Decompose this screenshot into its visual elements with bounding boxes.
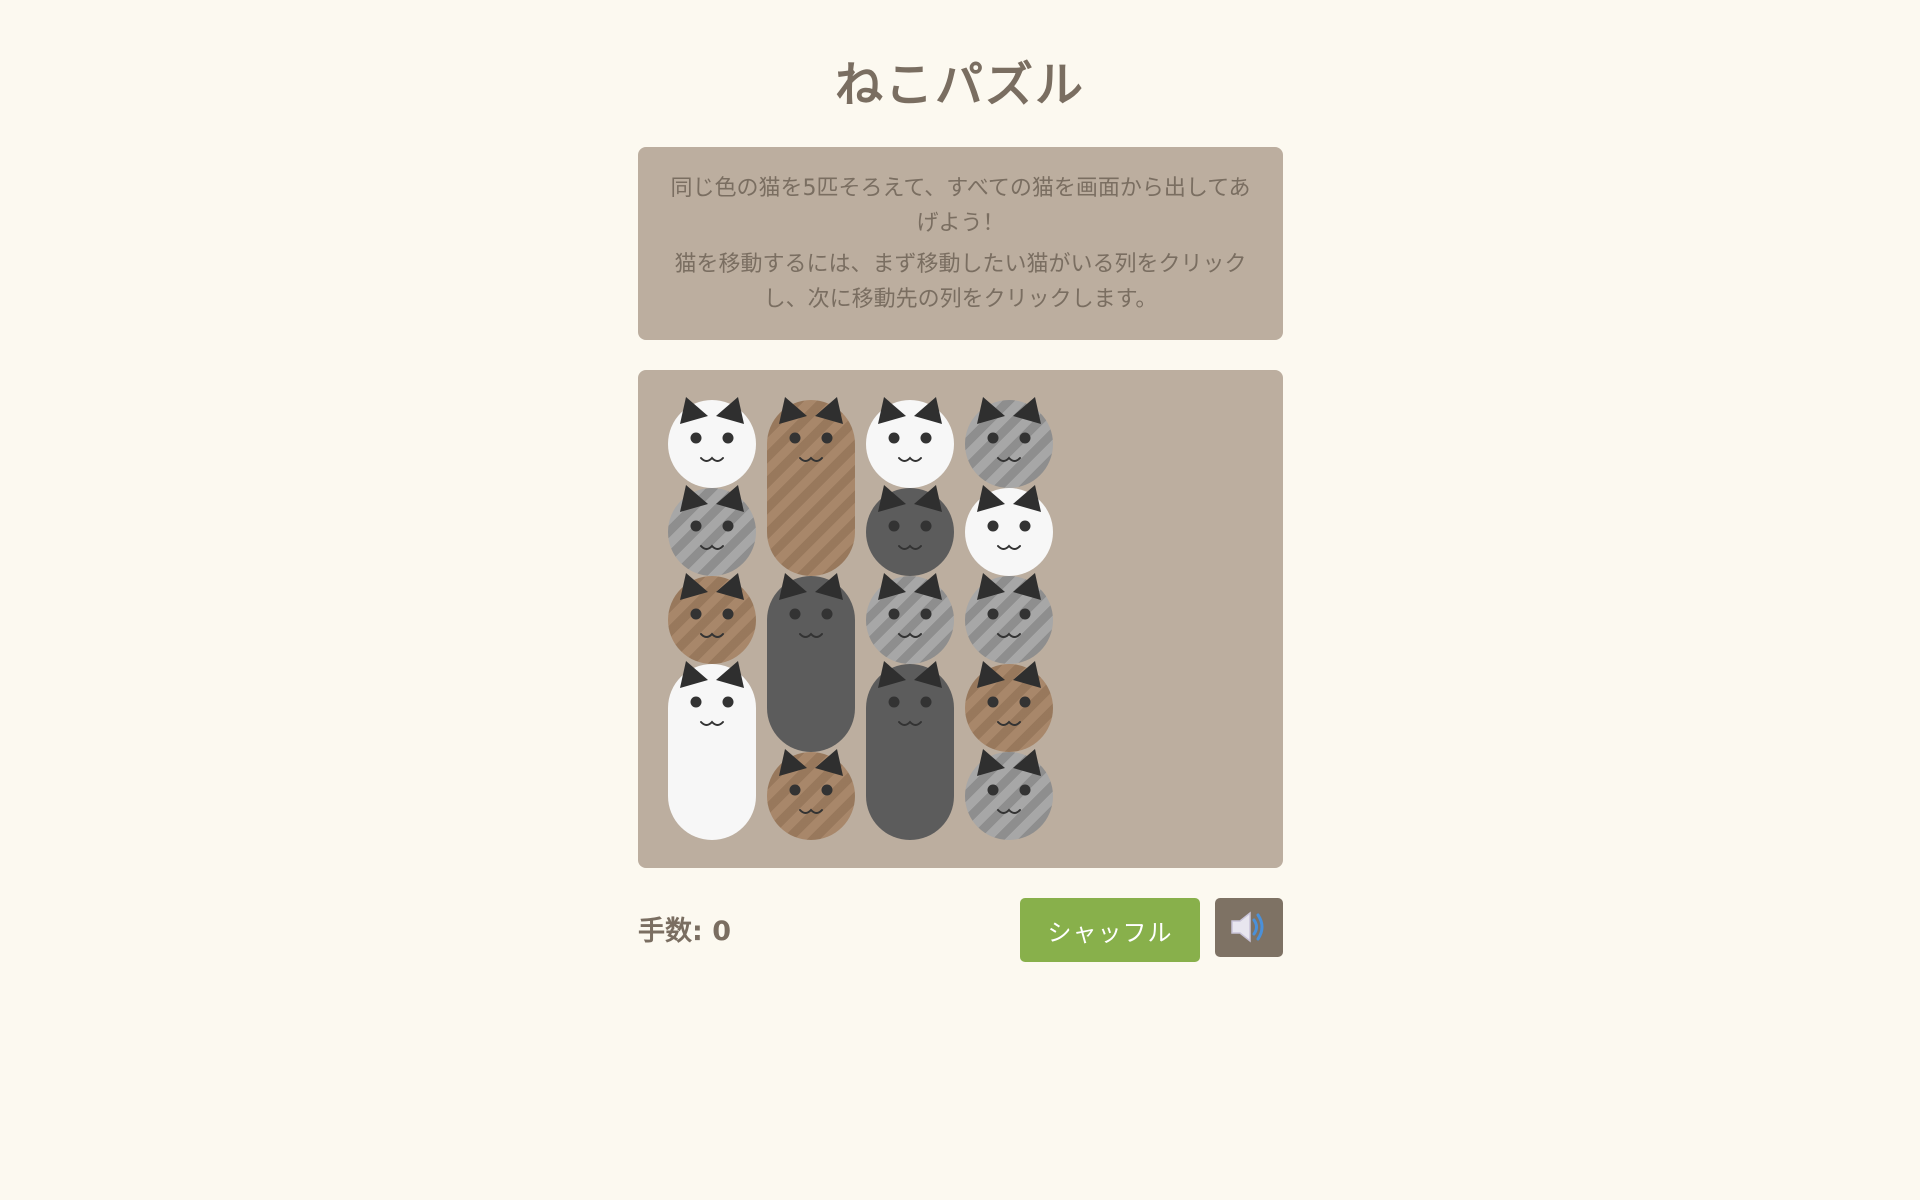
cat-face-icon bbox=[878, 661, 942, 726]
page-title: ねこパズル bbox=[834, 57, 1085, 113]
cat-face-icon bbox=[977, 749, 1041, 814]
cat-column-2[interactable] bbox=[767, 397, 855, 840]
cat-white bbox=[965, 485, 1053, 576]
cat-white bbox=[866, 397, 954, 488]
move-counter: 手数: 0 bbox=[638, 911, 731, 953]
cat-gray bbox=[668, 485, 756, 576]
cat-face-icon bbox=[779, 573, 843, 638]
cat-face-icon bbox=[977, 661, 1041, 726]
cat-white bbox=[668, 661, 756, 840]
cat-column-1[interactable] bbox=[668, 397, 756, 840]
cat-face-icon bbox=[977, 397, 1041, 462]
cat-face-icon bbox=[779, 397, 843, 462]
cat-face-icon bbox=[977, 573, 1041, 638]
cat-gray bbox=[866, 573, 954, 664]
cat-face-icon bbox=[779, 749, 843, 814]
cat-face-icon bbox=[680, 397, 744, 462]
cat-gray bbox=[965, 573, 1053, 664]
cat-face-icon bbox=[878, 485, 942, 550]
cat-dark bbox=[866, 485, 954, 576]
cat-gray bbox=[965, 749, 1053, 840]
instructions-panel: 同じ色の猫を5匹そろえて、すべての猫を画面から出してあげよう！ 猫を移動するには… bbox=[638, 147, 1283, 340]
cat-brown bbox=[767, 397, 855, 576]
cat-dark bbox=[866, 661, 954, 840]
cat-column-3[interactable] bbox=[866, 397, 954, 840]
cat-face-icon bbox=[680, 661, 744, 726]
cat-brown bbox=[767, 749, 855, 840]
cat-gray bbox=[965, 397, 1053, 488]
cat-brown bbox=[668, 573, 756, 664]
game-page: ねこパズル 同じ色の猫を5匹そろえて、すべての猫を画面から出してあげよう！ 猫を… bbox=[0, 0, 1920, 1200]
instructions-howto: 猫を移動するには、まず移動したい猫がいる列をクリックし、次に移動先の列をクリック… bbox=[674, 252, 1247, 312]
cat-face-icon bbox=[977, 485, 1041, 550]
cat-column-4[interactable] bbox=[965, 397, 1053, 840]
game-board bbox=[638, 370, 1283, 868]
cat-face-icon bbox=[878, 573, 942, 638]
cat-white bbox=[668, 397, 756, 488]
instructions-goal: 同じ色の猫を5匹そろえて、すべての猫を画面から出してあげよう！ bbox=[670, 176, 1251, 236]
cat-brown bbox=[965, 661, 1053, 752]
speaker-icon bbox=[1231, 911, 1264, 943]
cat-face-icon bbox=[878, 397, 942, 462]
move-counter-label: 手数: bbox=[638, 916, 713, 947]
cat-dark bbox=[767, 573, 855, 752]
shuffle-button[interactable]: シャッフル bbox=[1020, 898, 1200, 962]
move-counter-value: 0 bbox=[712, 916, 731, 947]
sound-toggle-button[interactable] bbox=[1215, 898, 1283, 957]
cat-face-icon bbox=[680, 485, 744, 550]
cat-face-icon bbox=[680, 573, 744, 638]
